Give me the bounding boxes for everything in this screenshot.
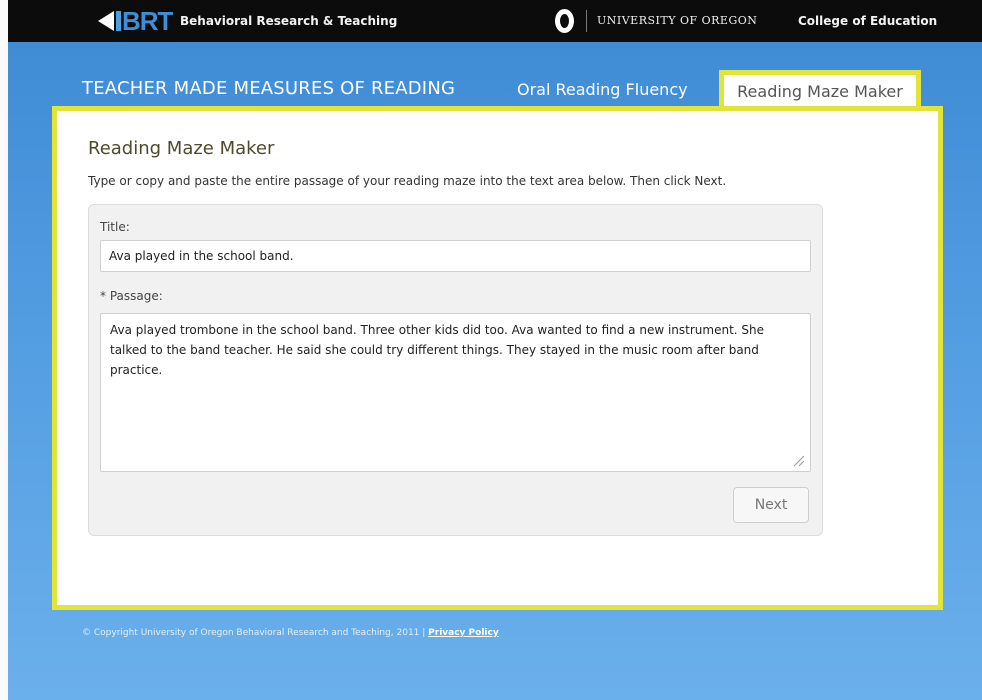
copyright-text: © Copyright University of Oregon Behavio… [82,628,429,638]
browser-frame-edge [0,0,8,700]
university-name[interactable]: UNIVERSITY OF OREGON [597,14,757,27]
uo-logo-icon[interactable] [555,9,574,33]
college-link[interactable]: College of Education [798,14,937,28]
main-panel: Reading Maze Maker Type or copy and past… [52,106,943,610]
org-name[interactable]: Behavioral Research & Teaching [180,14,397,28]
instructions-text: Type or copy and paste the entire passag… [88,174,727,188]
passage-label-text: Passage: [106,289,163,303]
brt-logo-text: BRT [122,6,173,36]
brt-bar-icon [116,11,121,31]
title-input[interactable] [100,240,811,272]
title-label: Title: [100,220,130,234]
tab-oral-reading-fluency[interactable]: Oral Reading Fluency [517,80,688,99]
page-title: Reading Maze Maker [88,138,275,159]
header-divider [586,10,587,32]
top-bar: BRT Behavioral Research & Teaching UNIVE… [8,0,982,42]
site-title[interactable]: TEACHER MADE MEASURES OF READING [82,78,455,99]
passage-label: * Passage: [100,289,163,303]
resize-grip-icon[interactable] [791,453,805,467]
footer: © Copyright University of Oregon Behavio… [82,628,499,638]
tab-reading-maze-maker[interactable]: Reading Maze Maker [719,70,921,110]
privacy-policy-link[interactable]: Privacy Policy [428,628,499,638]
brt-arrow-icon [98,11,114,31]
passage-textarea[interactable]: Ava played trombone in the school band. … [100,313,811,472]
next-button[interactable]: Next [733,487,809,523]
maze-form: Title: * Passage: Ava played trombone in… [88,204,823,536]
brt-logo[interactable]: BRT [98,6,173,36]
